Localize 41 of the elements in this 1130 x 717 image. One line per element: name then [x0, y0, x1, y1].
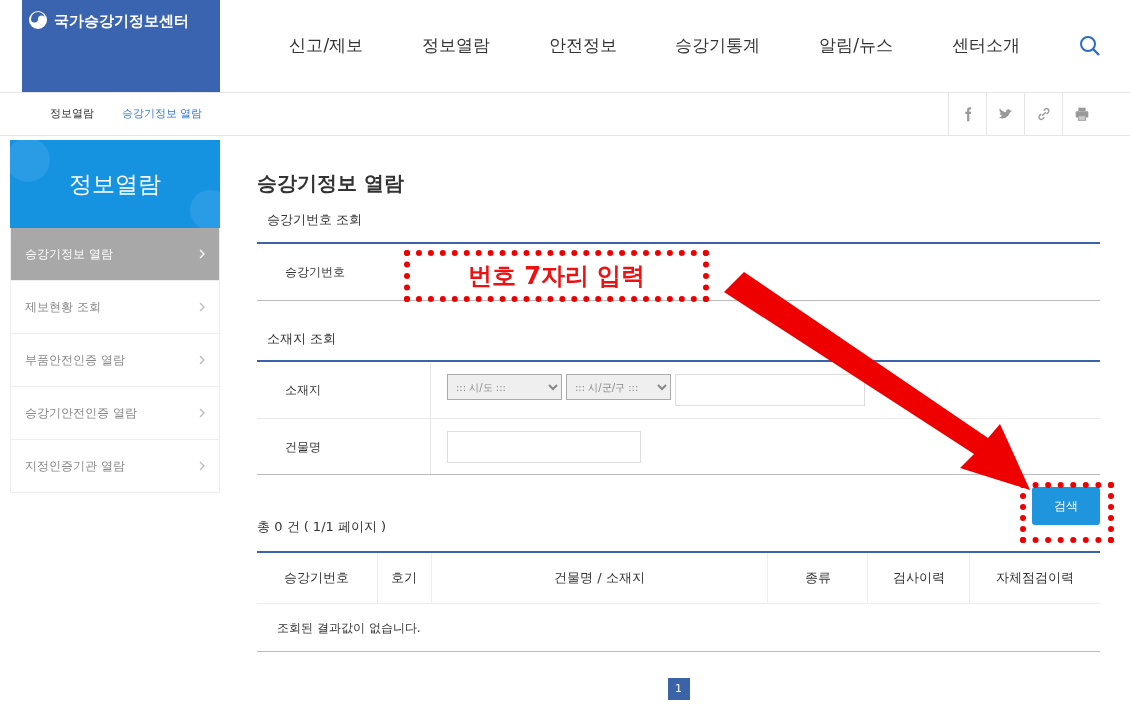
- emblem-icon: [28, 10, 48, 30]
- column-header: 건물명 / 소재지: [431, 551, 768, 604]
- sidebar-item[interactable]: 지정인증기관 열람: [10, 440, 220, 493]
- breadcrumb-current[interactable]: 승강기정보 열람: [122, 105, 203, 123]
- chevron-right-icon: [199, 302, 205, 312]
- search-icon[interactable]: [1078, 35, 1101, 57]
- sidebar-title: 정보열람: [69, 169, 161, 199]
- column-header: 검사이력: [867, 551, 970, 604]
- site-logo-text[interactable]: 국가승강기정보센터: [54, 10, 189, 33]
- nav-link[interactable]: 안전정보: [548, 33, 617, 59]
- nav-link[interactable]: 정보열람: [421, 33, 490, 59]
- section-heading: 승강기번호 조회: [267, 211, 364, 229]
- sidebar-item[interactable]: 제보현황 조회: [10, 281, 220, 334]
- nav-link[interactable]: 승강기통계: [675, 33, 761, 59]
- sidebar-item[interactable]: 승강기안전인증 열람: [10, 387, 220, 440]
- nav-link[interactable]: 알림/뉴스: [819, 33, 893, 59]
- column-header: 자체점검이력: [969, 551, 1100, 604]
- building-name-field[interactable]: [447, 430, 641, 463]
- chevron-right-icon: [199, 461, 205, 471]
- page-button[interactable]: 1: [667, 678, 690, 700]
- search-button[interactable]: 검색: [1032, 487, 1100, 525]
- column-header: 종류: [767, 551, 868, 604]
- page-title: 승강기정보 열람: [257, 170, 405, 197]
- address-field[interactable]: [675, 374, 865, 406]
- column-header: 승강기번호: [257, 551, 378, 604]
- chevron-right-icon: [199, 249, 205, 259]
- breadcrumb-link[interactable]: 정보열람: [50, 105, 94, 123]
- nav-link[interactable]: 신고/제보: [289, 33, 364, 59]
- field-label: 소재지: [285, 382, 321, 399]
- field-label: 건물명: [285, 438, 321, 456]
- section-heading: 소재지 조회: [267, 329, 338, 348]
- result-count: 총 0 건 ( 1/1 페이지 ): [257, 518, 388, 536]
- sidebar-item[interactable]: 부품안전인증 열람: [10, 334, 220, 387]
- empty-message: 조회된 결과값이 없습니다.: [257, 603, 1100, 652]
- district-select[interactable]: ::: 시/군/구 :::: [566, 374, 671, 400]
- field-label: 승강기번호: [285, 263, 345, 281]
- column-header: 호기: [377, 551, 432, 604]
- province-select[interactable]: ::: 시/도 :::: [447, 374, 562, 400]
- chevron-right-icon: [199, 355, 205, 365]
- nav-link[interactable]: 센터소개: [951, 33, 1020, 59]
- chevron-right-icon: [199, 408, 205, 418]
